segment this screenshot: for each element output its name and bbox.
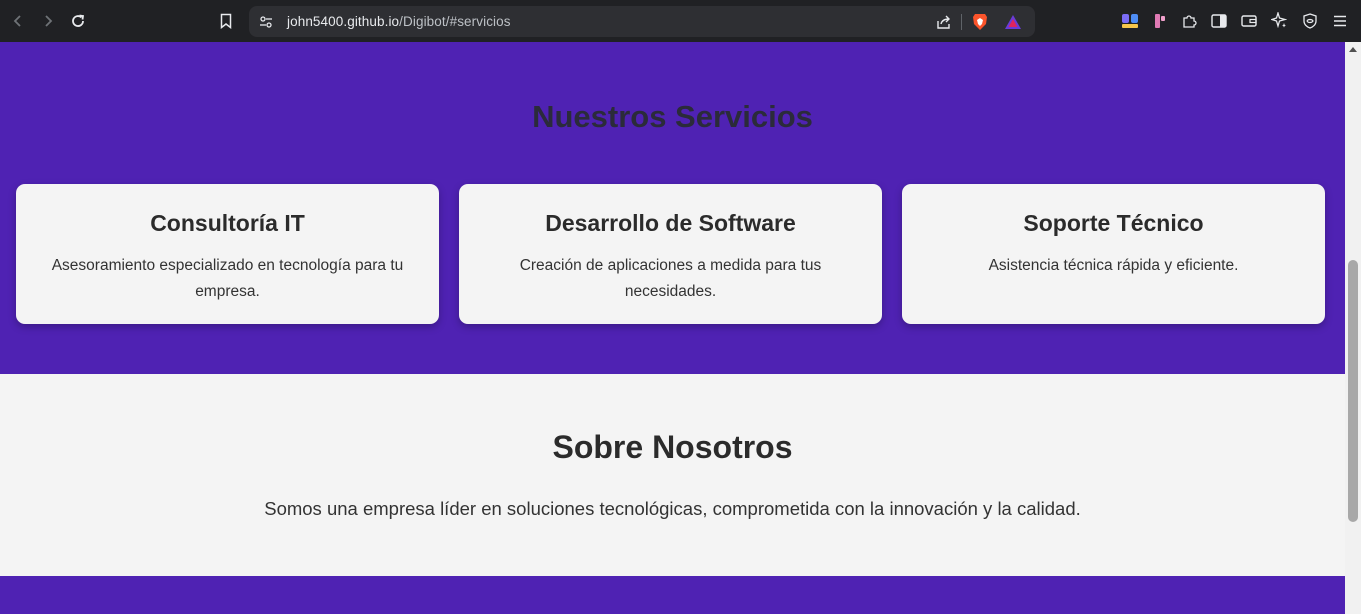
page-scrollbar[interactable] [1345,42,1361,614]
web-page: Nuestros Servicios Consultoría IT Asesor… [0,42,1345,614]
service-card-title: Desarrollo de Software [545,210,796,236]
puzzle-extensions-icon[interactable] [1180,12,1198,30]
share-icon[interactable] [935,13,953,31]
service-card-title: Soporte Técnico [1023,210,1204,236]
services-title: Nuestros Servicios [532,99,813,134]
sidebar-toggle-icon[interactable] [1210,12,1228,30]
next-section-band [0,576,1345,614]
browser-toolbar: john5400.github.io/Digibot/#servicios [0,0,1361,42]
extension-profile-icon[interactable] [1120,12,1140,30]
about-title: Sobre Nosotros [552,429,793,465]
service-card-soporte: Soporte Técnico Asistencia técnica rápid… [902,184,1325,324]
service-card-title: Consultoría IT [150,210,305,236]
wallet-icon[interactable] [1240,12,1258,30]
service-card-text: Asistencia técnica rápida y eficiente. [988,257,1239,274]
service-card-consultoria: Consultoría IT Asesoramiento especializa… [16,184,439,324]
scroll-thumb[interactable] [1348,260,1358,522]
brave-lion-icon[interactable] [971,12,989,32]
menu-icon[interactable] [1331,12,1349,30]
service-card-desarrollo: Desarrollo de Software Creación de aplic… [459,184,882,324]
url-path: /Digibot/#servicios [399,14,511,29]
scroll-up-icon[interactable] [1349,47,1357,52]
url-host: john5400.github.io [287,14,400,29]
back-arrow-icon[interactable] [7,10,29,32]
leo-ai-icon[interactable] [1270,11,1288,29]
extension-reader-icon[interactable] [1152,12,1168,30]
about-section: Sobre Nosotros Somos una empresa líder e… [0,374,1345,576]
reload-icon[interactable] [67,10,89,32]
service-card-text: Creación de aplicaciones a medida para t… [519,257,822,300]
address-bar[interactable]: john5400.github.io/Digibot/#servicios [249,6,1035,37]
url-text: john5400.github.io/Digibot/#servicios [287,14,511,29]
vpn-shield-icon[interactable] [1301,12,1319,30]
bookmark-icon[interactable] [218,12,234,30]
site-settings-icon[interactable] [258,14,274,30]
divider [961,14,962,30]
about-text: Somos una empresa líder en soluciones te… [264,498,1081,519]
service-card-text: Asesoramiento especializado en tecnologí… [51,257,404,300]
services-section: Nuestros Servicios Consultoría IT Asesor… [0,42,1345,374]
brave-rewards-triangle-icon[interactable] [1004,13,1022,31]
forward-arrow-icon[interactable] [37,10,59,32]
